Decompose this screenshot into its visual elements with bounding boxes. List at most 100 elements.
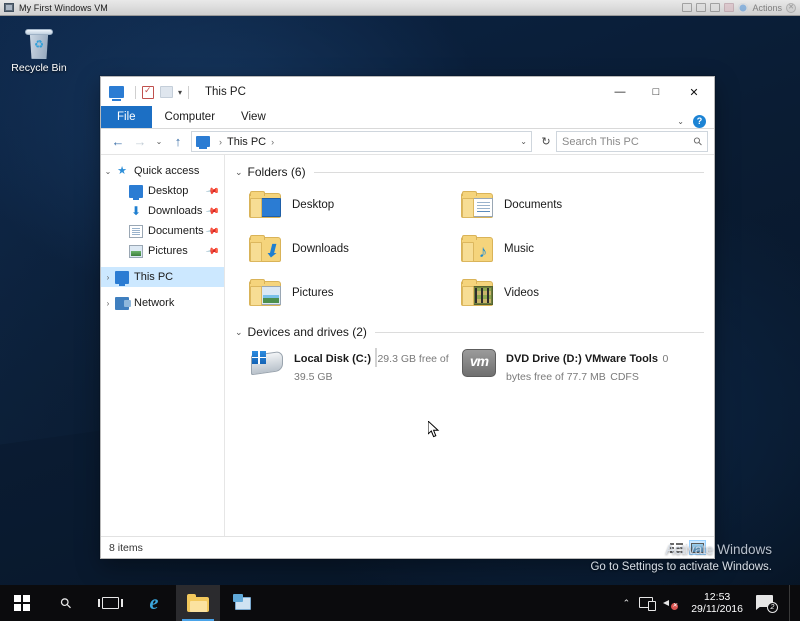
sidebar-item-downloads[interactable]: ⬇ Downloads 📌: [101, 201, 224, 221]
folder-documents-icon: [461, 191, 495, 219]
explorer-titlebar[interactable]: ▾ This PC — □ ✕: [101, 77, 714, 107]
pin-icon[interactable]: 📌: [205, 183, 220, 199]
chevron-down-icon[interactable]: ⌄: [235, 167, 243, 178]
sidebar-item-label: Documents: [148, 225, 204, 237]
star-icon: ★: [117, 164, 127, 177]
tab-view[interactable]: View: [228, 106, 279, 128]
back-button[interactable]: ←: [107, 131, 129, 153]
clock-time: 12:53: [703, 590, 731, 603]
group-header-devices[interactable]: ⌄ Devices and drives (2): [235, 321, 704, 343]
pin-icon[interactable]: 📌: [205, 203, 220, 219]
usb-icon[interactable]: [724, 3, 735, 12]
address-bar[interactable]: ← → ⌄ ↑ › This PC › ⌄ ↻ Search This PC ⚲: [101, 129, 714, 155]
chevron-down-icon[interactable]: ⌄: [520, 137, 527, 146]
network-icon: [115, 296, 131, 310]
list-item-local-disk[interactable]: Local Disk (C:) 29.3 GB free of 39.5 GB: [249, 347, 461, 385]
window-icon[interactable]: [710, 3, 721, 12]
system-tray[interactable]: ⌃ ✕ 12:53 29/11/2016 2: [623, 585, 800, 621]
new-folder-icon[interactable]: [160, 86, 173, 98]
search-icon[interactable]: ⚲: [691, 134, 705, 149]
search-placeholder: Search This PC: [562, 135, 639, 148]
pin-icon[interactable]: 📌: [205, 223, 220, 239]
ribbon-tabs[interactable]: File Computer View ⌄ ?: [101, 106, 714, 129]
edge-button[interactable]: e: [132, 585, 176, 621]
breadcrumb-separator-trailing[interactable]: ›: [271, 137, 274, 147]
item-label: Desktop: [292, 199, 335, 211]
help-icon[interactable]: ?: [693, 115, 706, 128]
drive-name: Local Disk (C:): [294, 353, 372, 365]
sidebar-item-this-pc[interactable]: › This PC: [101, 267, 224, 287]
start-button[interactable]: [0, 585, 44, 621]
window-controls[interactable]: — □ ✕: [602, 77, 714, 107]
divider: [374, 331, 704, 333]
refresh-button[interactable]: ↻: [536, 131, 556, 152]
forward-button[interactable]: →: [129, 131, 151, 153]
search-button[interactable]: ⚲: [44, 585, 88, 621]
list-item[interactable]: Videos: [461, 271, 673, 315]
screen-icon[interactable]: [682, 3, 693, 12]
task-view-button[interactable]: [88, 585, 132, 621]
search-input[interactable]: Search This PC ⚲: [556, 131, 708, 152]
file-explorer-button[interactable]: [176, 585, 220, 621]
vmware-logo-text: vm: [469, 353, 489, 369]
show-hidden-icons-button[interactable]: ⌃: [623, 598, 631, 609]
notification-badge: 2: [767, 602, 778, 613]
list-item-dvd-drive[interactable]: vm DVD Drive (D:) VMware Tools 0 bytes f…: [461, 347, 673, 385]
list-item[interactable]: ⬇ Downloads: [249, 227, 461, 271]
recycle-bin-label: Recycle Bin: [11, 62, 67, 74]
drives-list[interactable]: Local Disk (C:) 29.3 GB free of 39.5 GB …: [235, 347, 704, 385]
quick-access-toolbar[interactable]: ▾: [109, 85, 195, 101]
group-header-folders[interactable]: ⌄ Folders (6): [235, 161, 704, 183]
twisty-icon[interactable]: ⌄: [101, 167, 115, 176]
volume-muted-icon[interactable]: ✕: [663, 597, 679, 610]
pin-icon[interactable]: 📌: [205, 243, 220, 259]
gear-icon[interactable]: [738, 2, 749, 13]
close-button[interactable]: ✕: [674, 77, 714, 107]
folders-list[interactable]: Desktop Documents ⬇ Downloads ♪ Music Pi…: [235, 183, 704, 315]
maximize-button[interactable]: □: [638, 77, 674, 107]
list-item[interactable]: Documents: [461, 183, 673, 227]
up-button[interactable]: ↑: [167, 131, 189, 153]
list-item[interactable]: Desktop: [249, 183, 461, 227]
content-pane[interactable]: ⌄ Folders (6) Desktop Documents ⬇ Downlo…: [225, 155, 714, 536]
this-pc-icon[interactable]: [109, 86, 124, 101]
sidebar-item-quick-access[interactable]: ⌄ ★ Quick access: [101, 161, 224, 181]
recent-locations-button[interactable]: ⌄: [151, 131, 167, 153]
chevron-down-icon[interactable]: ⌄: [235, 327, 243, 338]
sidebar-item-network[interactable]: › Network: [101, 293, 224, 313]
breadcrumb-item-this-pc[interactable]: This PC: [227, 136, 266, 148]
folder-pictures-icon: [249, 279, 283, 307]
sidebar-item-desktop[interactable]: Desktop 📌: [101, 181, 224, 201]
store-button[interactable]: [220, 585, 264, 621]
recycle-bin[interactable]: ♻ Recycle Bin: [8, 28, 70, 74]
list-item[interactable]: ♪ Music: [461, 227, 673, 271]
network-icon[interactable]: [639, 597, 657, 611]
sidebar-item-documents[interactable]: Documents 📌: [101, 221, 224, 241]
twisty-icon[interactable]: ›: [101, 299, 115, 308]
expand-ribbon-icon[interactable]: ⌄: [677, 117, 684, 126]
clock[interactable]: 12:53 29/11/2016: [687, 591, 747, 615]
twisty-icon[interactable]: ›: [101, 273, 115, 282]
tab-file[interactable]: File: [101, 106, 152, 128]
minimize-button[interactable]: —: [602, 77, 638, 107]
tab-computer[interactable]: Computer: [152, 106, 229, 128]
list-item[interactable]: Pictures: [249, 271, 461, 315]
taskbar[interactable]: ⚲ e ⌃ ✕ 12:53 29/11/2016 2: [0, 585, 800, 621]
sidebar-item-label: Network: [134, 297, 175, 309]
chevron-down-icon[interactable]: ▾: [178, 88, 182, 97]
sidebar-item-pictures[interactable]: Pictures 📌: [101, 241, 224, 261]
breadcrumb[interactable]: › This PC › ⌄: [191, 131, 532, 152]
activation-watermark: Activate Windows Go to Settings to activ…: [590, 542, 772, 573]
snapshot-icon[interactable]: [696, 3, 707, 12]
sidebar-item-label: Desktop: [148, 185, 189, 197]
properties-icon[interactable]: [142, 85, 154, 99]
show-desktop-button[interactable]: [789, 585, 794, 621]
folder-videos-icon: [461, 279, 495, 307]
action-center-button[interactable]: 2: [756, 595, 778, 613]
desktop[interactable]: ♻ Recycle Bin ▾ This PC — □ ✕ File Compu…: [0, 16, 800, 585]
navigation-pane[interactable]: ⌄ ★ Quick access Desktop 📌 ⬇ Downloads 📌: [101, 155, 225, 536]
vm-close-button[interactable]: ✕: [786, 2, 796, 13]
vm-actions-button[interactable]: Actions: [752, 3, 782, 13]
recycle-bin-icon: ♻: [24, 28, 54, 60]
file-explorer-window[interactable]: ▾ This PC — □ ✕ File Computer View ⌄ ? ←…: [100, 76, 715, 559]
